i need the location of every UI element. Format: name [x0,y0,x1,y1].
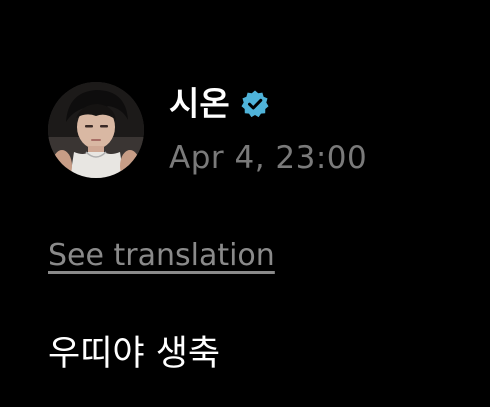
author-row: 시온 [169,82,367,126]
verified-badge-icon [240,89,270,119]
see-translation-link[interactable]: See translation [48,236,275,276]
avatar[interactable] [48,82,144,178]
post-timestamp: Apr 4, 23:00 [169,140,368,176]
avatar-photo [48,82,144,178]
post-body-text: 우띠야 생축 [48,334,221,374]
post-meta: 시온 Apr 4, 23:00 [169,82,367,178]
post-view: 시온 Apr 4, 23:00 See translation 우띠야 생축 [0,0,490,407]
author-name[interactable]: 시온 [169,82,230,126]
post-header: 시온 Apr 4, 23:00 [48,82,367,178]
